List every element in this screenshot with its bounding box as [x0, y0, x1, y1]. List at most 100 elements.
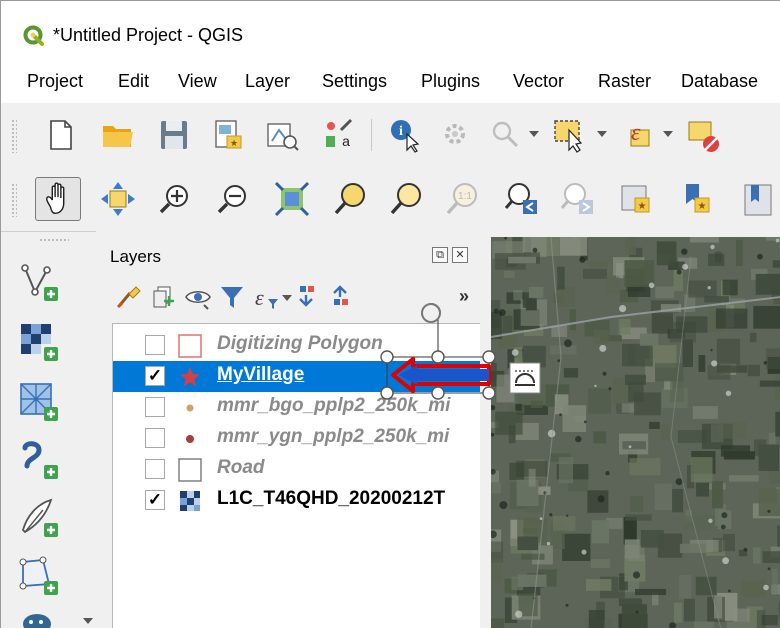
menu-project[interactable]: Project: [27, 71, 83, 92]
terrain-patch: [624, 260, 655, 287]
more-tools-button[interactable]: »: [456, 287, 472, 305]
menu-vector[interactable]: Vector: [513, 71, 564, 92]
terrain-patch: [656, 241, 677, 266]
menu-view[interactable]: View: [178, 71, 217, 92]
menu-database[interactable]: Database: [681, 71, 758, 92]
collapse-all-icon[interactable]: [328, 283, 356, 311]
terrain-patch: [569, 309, 576, 331]
add-postgis-layer-icon[interactable]: [17, 610, 65, 628]
terrain-patch: [726, 621, 754, 628]
new-project-icon[interactable]: [41, 116, 79, 154]
terrain-patch: [679, 543, 707, 554]
terrain-speck: [547, 429, 556, 438]
terrain-patch: [625, 514, 652, 521]
layer-row-myvillage[interactable]: ✓ MyVillage: [113, 361, 480, 392]
layer-row-digitizing-polygon[interactable]: Digitizing Polygon: [113, 330, 480, 361]
layer-row-l1c-raster[interactable]: ✓ L1C_T46QHD_20200212T: [113, 485, 480, 516]
zoom-next-icon[interactable]: [559, 180, 597, 218]
print-layout-icon[interactable]: ★: [209, 116, 247, 154]
layer-tree: Digitizing Polygon ✓ MyVillage mmr_bgo_p…: [112, 323, 480, 628]
menu-layer[interactable]: Layer: [245, 71, 290, 92]
terrain-patch: [715, 308, 748, 329]
identify-features-icon[interactable]: i: [387, 116, 425, 154]
terrain-patch: [606, 276, 620, 294]
terrain-patch: [590, 260, 608, 268]
add-mesh-layer-icon[interactable]: [17, 380, 65, 426]
terrain-patch: [528, 286, 544, 298]
layer-name: mmr_bgo_pplp2_250k_mi: [217, 395, 451, 416]
zoom-native-resolution-icon[interactable]: 1:1: [443, 180, 481, 218]
zoom-out-icon[interactable]: [215, 180, 253, 218]
terrain-speck: [725, 390, 732, 396]
new-map-view-icon[interactable]: ★: [617, 180, 655, 218]
layer-visibility-checkbox[interactable]: [145, 428, 165, 448]
menu-settings[interactable]: Settings: [322, 71, 387, 92]
layout-manager-icon[interactable]: [263, 116, 301, 154]
new-bookmark-icon[interactable]: ★: [677, 180, 715, 218]
filter-by-expression-icon[interactable]: ε: [252, 283, 280, 311]
style-manager-icon[interactable]: a: [319, 116, 357, 154]
terrain-speck: [581, 549, 587, 555]
panel-splitter[interactable]: [481, 231, 491, 628]
chevron-down-icon[interactable]: [529, 131, 539, 137]
map-tips-icon[interactable]: [487, 116, 525, 154]
toolbar-grip[interactable]: [39, 238, 69, 243]
layer-visibility-checkbox[interactable]: ✓: [145, 490, 165, 510]
close-panel-button[interactable]: ✕: [452, 247, 468, 263]
add-delimited-text-icon[interactable]: [17, 438, 65, 484]
toolbar-grip[interactable]: [11, 119, 17, 153]
select-by-expression-icon[interactable]: ε: [617, 116, 655, 154]
chevron-down-icon[interactable]: [663, 131, 673, 137]
chevron-down-icon[interactable]: [597, 131, 607, 137]
show-bookmarks-icon[interactable]: [737, 180, 775, 218]
deselect-features-icon[interactable]: [685, 116, 723, 154]
terrain-patch: [503, 270, 515, 278]
zoom-in-icon[interactable]: [157, 180, 195, 218]
layer-visibility-checkbox[interactable]: [145, 459, 165, 479]
open-layer-styling-icon[interactable]: [116, 283, 144, 311]
terrain-patch: [561, 237, 572, 238]
terrain-speck: [708, 518, 713, 523]
menu-raster[interactable]: Raster: [598, 71, 651, 92]
layer-row-mmr-ygn[interactable]: mmr_ygn_pplp2_250k_mi: [113, 423, 480, 454]
add-group-icon[interactable]: [150, 283, 178, 311]
map-canvas[interactable]: [491, 237, 780, 628]
terrain-patch: [621, 604, 647, 628]
zoom-full-icon[interactable]: [273, 180, 311, 218]
terrain-patch: [523, 345, 546, 368]
add-vector-layer-icon[interactable]: [17, 260, 65, 306]
layer-visibility-checkbox[interactable]: [145, 335, 165, 355]
terrain-patch: [618, 319, 631, 335]
terrain-patch: [553, 516, 576, 531]
zoom-to-selection-icon[interactable]: [331, 180, 369, 218]
toolbar-grip[interactable]: [11, 183, 17, 217]
menu-edit[interactable]: Edit: [118, 71, 149, 92]
chevron-down-icon[interactable]: [282, 295, 292, 301]
terrain-speck: [720, 524, 726, 530]
save-project-icon[interactable]: [155, 116, 193, 154]
run-action-icon[interactable]: [437, 116, 475, 154]
manage-map-themes-icon[interactable]: [184, 283, 212, 311]
float-panel-button[interactable]: ⧉: [432, 247, 448, 263]
expand-all-icon[interactable]: [294, 283, 322, 311]
add-raster-layer-icon[interactable]: [17, 320, 65, 366]
layer-row-mmr-bgo[interactable]: mmr_bgo_pplp2_250k_mi: [113, 392, 480, 423]
add-spatialite-layer-icon[interactable]: [17, 554, 65, 600]
filter-legend-icon[interactable]: [218, 283, 246, 311]
add-geopackage-layer-icon[interactable]: [17, 496, 65, 542]
layer-row-road[interactable]: Road: [113, 454, 480, 485]
layer-visibility-checkbox[interactable]: [145, 397, 165, 417]
chevron-down-icon[interactable]: [83, 618, 93, 624]
terrain-patch: [559, 237, 588, 256]
layer-visibility-checkbox[interactable]: ✓: [145, 366, 165, 386]
terrain-speck: [499, 501, 508, 510]
pan-map-icon[interactable]: [35, 177, 81, 221]
qgis-window: *Untitled Project - QGIS Project Edit Vi…: [0, 0, 780, 628]
zoom-to-layer-icon[interactable]: [387, 180, 425, 218]
pan-to-selection-icon[interactable]: [99, 180, 137, 218]
select-features-icon[interactable]: [551, 116, 589, 154]
menu-plugins[interactable]: Plugins: [421, 71, 480, 92]
zoom-last-icon[interactable]: [503, 180, 541, 218]
terrain-patch: [586, 579, 612, 591]
open-project-icon[interactable]: [99, 116, 137, 154]
